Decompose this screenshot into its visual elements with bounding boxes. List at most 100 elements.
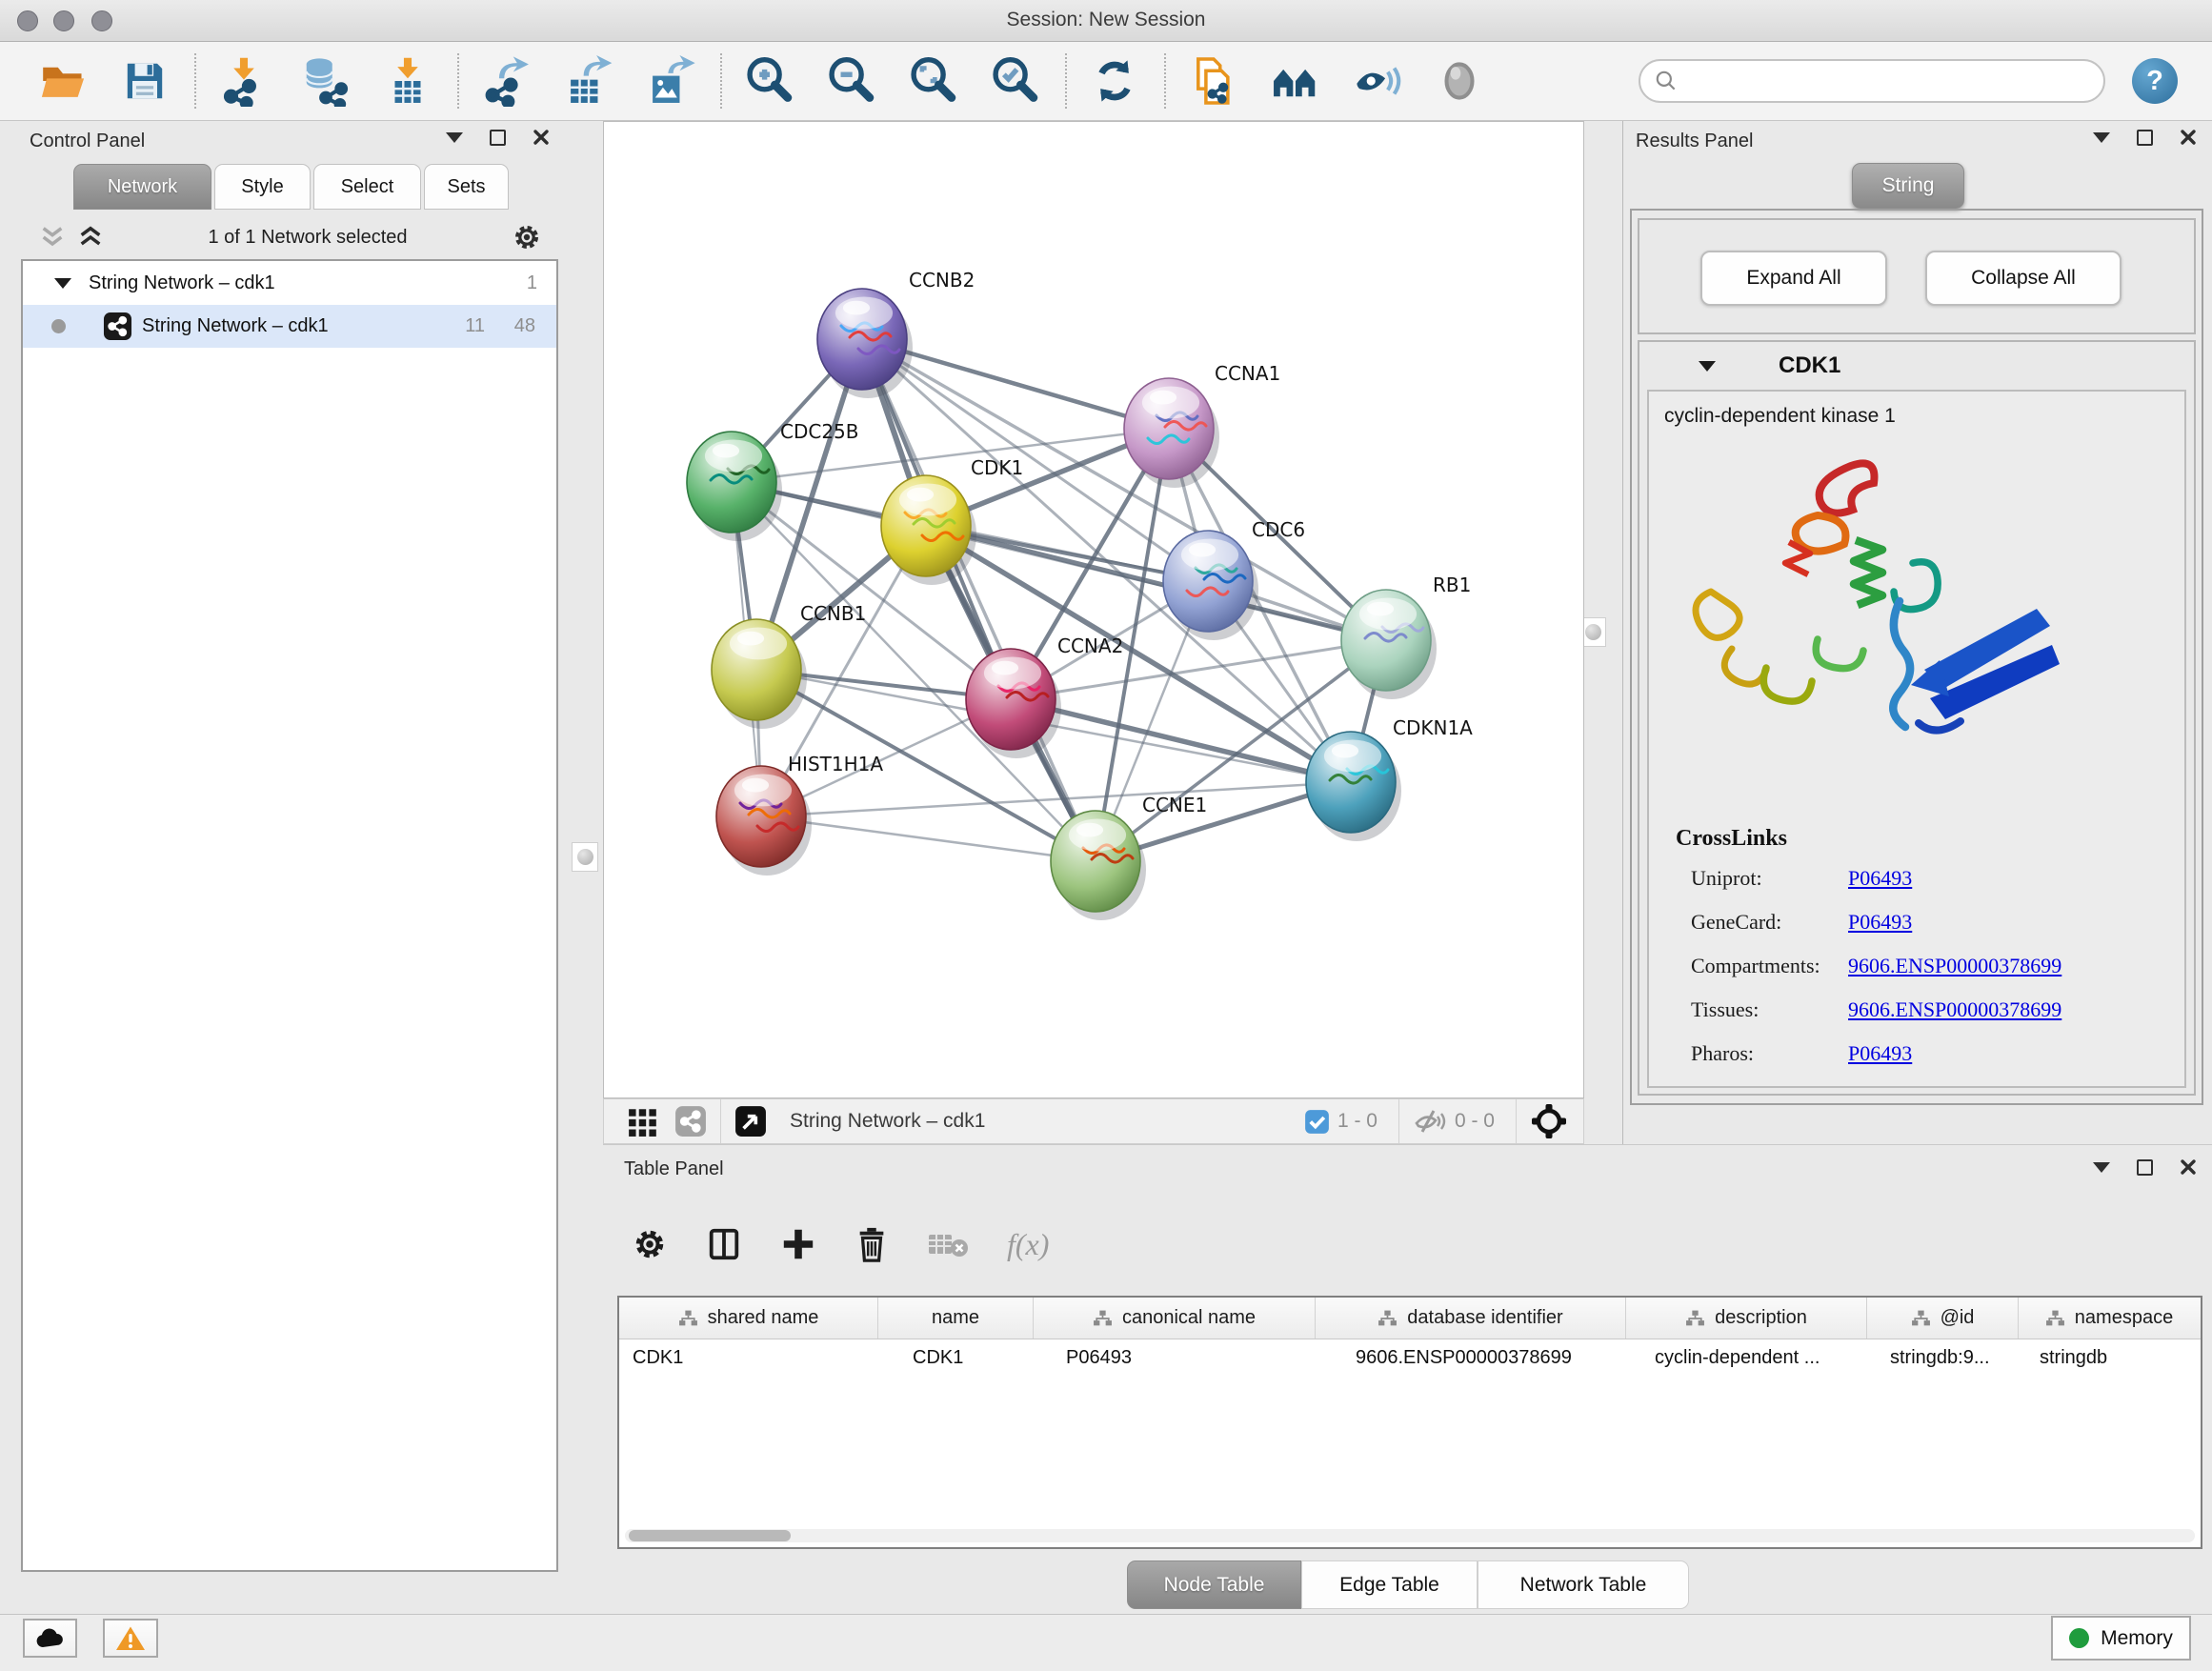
warnings-button[interactable] [103,1619,158,1658]
scrollbar-thumb[interactable] [629,1530,791,1541]
tissues-link[interactable]: 9606.ENSP00000378699 [1848,997,2061,1022]
column-header-canonical-name[interactable]: canonical name [1034,1298,1316,1339]
zoom-fit-button[interactable] [907,52,960,110]
collapse-all-button[interactable]: Collapse All [1925,251,2122,306]
window-title: Session: New Session [0,0,2212,42]
table-options-gear-icon[interactable] [632,1226,668,1262]
save-session-button[interactable] [118,52,171,110]
collection-label: String Network – cdk1 [89,272,275,294]
tab-network-table[interactable]: Network Table [1478,1560,1689,1609]
cloud-status-button[interactable] [23,1619,77,1658]
tab-edge-table[interactable]: Edge Table [1301,1560,1478,1609]
table-row[interactable]: CDK1 CDK1 P06493 9606.ENSP00000378699 cy… [619,1339,2201,1379]
memory-button[interactable]: Memory [2051,1616,2191,1661]
grid-view-icon[interactable] [627,1105,659,1137]
delete-column-icon[interactable] [855,1226,889,1262]
uniprot-link[interactable]: P06493 [1848,866,1912,891]
network-view-canvas[interactable]: CCNB2CCNA1CDC25BCDK1CDC6RB1CCNB1CCNA2CDK… [603,121,1584,1098]
panel-menu-icon[interactable] [2093,1162,2110,1173]
expand-all-button[interactable]: Expand All [1700,251,1887,306]
left-splitter-handle[interactable] [572,842,598,872]
selected-nodes-checkbox[interactable] [1304,1109,1330,1135]
section-collapse-icon[interactable] [1699,361,1716,372]
panel-close-icon[interactable] [2180,129,2197,146]
search-input[interactable] [1679,70,2079,92]
column-header-name[interactable]: name [878,1298,1034,1339]
network-node-HIST1H1A[interactable] [716,766,812,876]
crosslink-row: Uniprot: P06493 [1649,858,2184,902]
zoom-in-button[interactable] [743,52,796,110]
panel-menu-icon[interactable] [2093,132,2110,143]
column-header-shared-name[interactable]: shared name [619,1298,878,1339]
network-collection-row[interactable]: String Network – cdk1 1 [23,261,556,305]
show-hidden-button[interactable] [1433,52,1486,110]
tab-node-table[interactable]: Node Table [1127,1560,1301,1609]
birds-eye-view-icon[interactable] [734,1105,767,1137]
panel-close-icon[interactable] [2180,1158,2197,1176]
center-view-crosshair-icon[interactable] [1530,1102,1568,1140]
network-row-selected[interactable]: String Network – cdk1 11 48 [23,305,556,348]
apply-layout-button[interactable] [1088,52,1141,110]
network-view-share-icon[interactable] [674,1105,707,1137]
export-network-button[interactable] [480,52,533,110]
disabled-eye-icon [1434,55,1485,107]
panel-float-icon[interactable] [2137,1159,2153,1176]
column-header-description[interactable]: description [1626,1298,1867,1339]
column-header-namespace[interactable]: namespace [2019,1298,2200,1339]
network-view-toolbar: String Network – cdk1 1 - 0 0 - 0 [603,1098,1584,1144]
hide-selected-button[interactable] [1351,52,1404,110]
horizontal-scrollbar[interactable] [625,1529,2195,1542]
network-node-CCNE1[interactable] [1051,811,1146,920]
import-network-from-file-button[interactable] [217,52,271,110]
export-image-button[interactable] [644,52,697,110]
help-button[interactable]: ? [2132,58,2178,104]
network-node-CDKN1A[interactable] [1306,732,1401,841]
status-bar: Memory [0,1614,2212,1671]
compartments-link[interactable]: 9606.ENSP00000378699 [1848,954,2061,978]
new-network-from-selection-button[interactable] [1187,52,1240,110]
network-node-RB1[interactable] [1341,590,1437,699]
network-graph[interactable]: CCNB2CCNA1CDC25BCDK1CDC6RB1CCNB1CCNA2CDK… [604,122,1583,1097]
crosslink-row: Pharos: P06493 [1649,1034,2184,1077]
cdk1-section-header[interactable]: CDK1 [1639,342,2194,390]
network-overview-button[interactable] [1269,52,1322,110]
export-table-button[interactable] [562,52,615,110]
panel-menu-icon[interactable] [446,132,463,143]
panel-close-icon[interactable] [533,129,550,146]
network-edge-CCNB2-CCNE1[interactable] [862,339,1096,861]
collection-expand-icon[interactable] [54,278,71,289]
genecard-link[interactable]: P06493 [1848,910,1912,935]
delete-table-icon[interactable] [927,1229,969,1259]
show-columns-icon[interactable] [706,1226,742,1262]
tab-select[interactable]: Select [313,164,421,210]
column-header-id[interactable]: @id [1867,1298,2019,1339]
network-label: String Network – cdk1 [142,315,329,337]
network-node-CCNA1[interactable] [1124,378,1219,488]
collapse-all-networks-icon[interactable] [77,226,104,249]
tab-sets[interactable]: Sets [424,164,509,210]
panel-float-icon[interactable] [490,130,506,146]
import-table-from-file-button[interactable] [381,52,434,110]
network-options-gear-icon[interactable] [512,222,542,252]
hidden-eye-slash-icon[interactable] [1413,1107,1447,1136]
zoom-selected-icon [990,55,1041,107]
expand-all-networks-icon[interactable] [39,226,66,249]
network-node-CDK1[interactable] [881,475,976,585]
function-builder-icon[interactable]: f(x) [1007,1227,1049,1262]
column-header-database-identifier[interactable]: database identifier [1316,1298,1626,1339]
refresh-icon [1089,55,1140,107]
network-node-CDC25B[interactable] [687,432,782,541]
add-column-icon[interactable] [780,1226,816,1262]
network-node-CCNB2[interactable] [817,289,913,398]
zoom-out-button[interactable] [825,52,878,110]
import-table-icon [382,55,433,107]
import-network-from-database-button[interactable] [299,52,352,110]
tab-string[interactable]: String [1852,163,1964,209]
pharos-link[interactable]: P06493 [1848,1041,1912,1066]
table-panel: Table Panel [603,1144,2212,1614]
tab-style[interactable]: Style [214,164,311,210]
open-session-button[interactable] [36,52,90,110]
zoom-selected-button[interactable] [989,52,1042,110]
panel-float-icon[interactable] [2137,130,2153,146]
tab-network[interactable]: Network [73,164,211,210]
